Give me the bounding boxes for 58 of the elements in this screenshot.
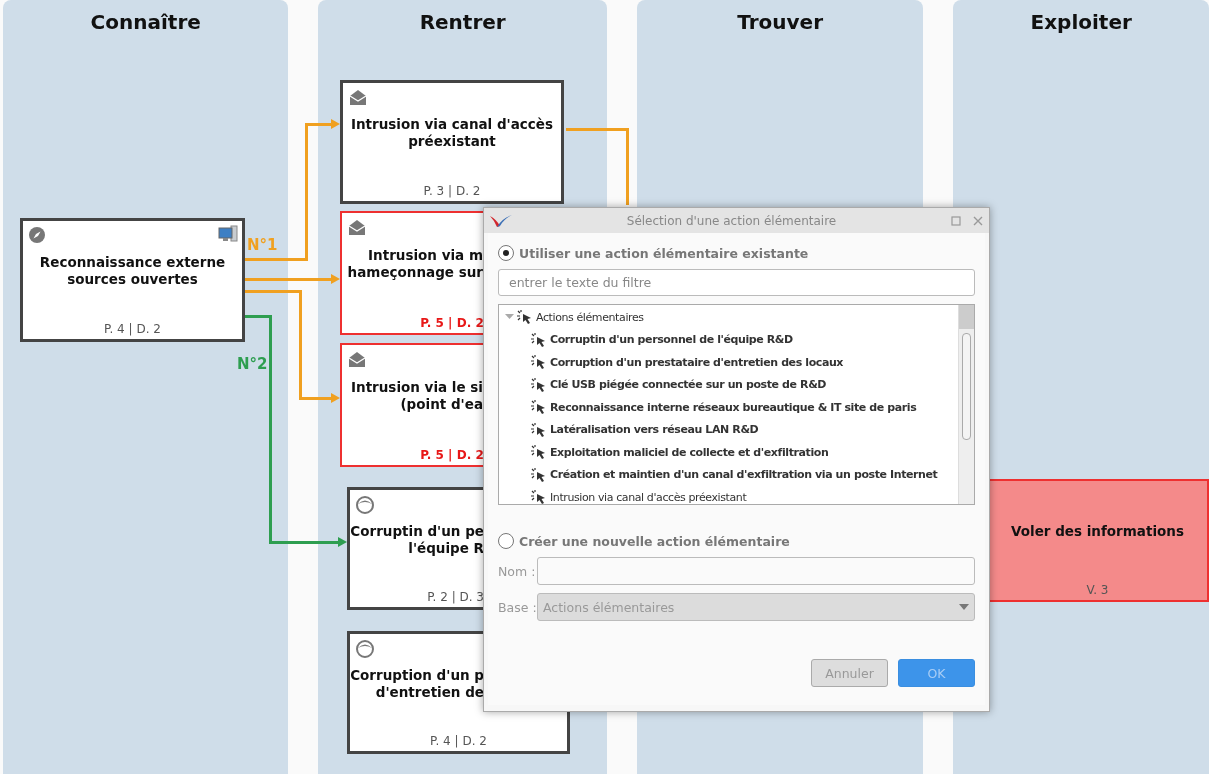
card-title: Intrusion via m: [368, 247, 483, 264]
action-icon: [531, 422, 547, 437]
card-title: Voler des informations: [1011, 523, 1184, 540]
action-icon: [531, 377, 547, 392]
envelope-icon: [348, 351, 366, 368]
card-title: d'entretien de: [375, 683, 484, 701]
name-field[interactable]: [537, 557, 975, 585]
card-score: P. 4 | D. 2: [104, 322, 161, 336]
action-card[interactable]: Intrusion via canal d'accès préexistant P. 3 | D. 2: [340, 80, 564, 204]
action-icon: [531, 490, 547, 504]
filter-field[interactable]: entrer le texte du filtre: [498, 269, 975, 296]
card-title: Reconnaissance externe: [39, 254, 226, 271]
radio-button[interactable]: [498, 533, 514, 549]
envelope-icon: [348, 219, 366, 236]
connector-label: N°1: [247, 236, 278, 254]
person-icon: [356, 496, 374, 514]
card-score: V. 3: [1086, 583, 1109, 597]
card-score: P. 5 | D. 2: [420, 316, 484, 330]
action-icon: [531, 332, 547, 347]
field-label: Nom :: [498, 563, 532, 579]
action-icon: [531, 355, 547, 370]
scrollbar[interactable]: [958, 305, 974, 504]
lane-title: Exploiter: [1030, 10, 1132, 34]
maximize-button[interactable]: [951, 215, 961, 226]
card-title: Corruptin d'un pe: [350, 522, 484, 540]
dropdown-arrow-icon: [959, 604, 969, 610]
radio-button[interactable]: [498, 245, 514, 261]
expand-arrow-icon[interactable]: [505, 314, 514, 321]
action-icon: [531, 467, 547, 482]
compass-icon: [29, 227, 45, 243]
card-title: (point d'ea: [400, 396, 483, 413]
card-title: hameçonnage sur: [347, 264, 483, 281]
person-icon: [356, 640, 374, 658]
lane-title: Connaître: [90, 10, 201, 34]
card-title: l'équipe R: [408, 539, 484, 557]
card-title: préexistant: [408, 133, 496, 150]
lane-title: Trouver: [737, 10, 824, 34]
card-title: Intrusion via canal d'accès: [350, 116, 554, 133]
card-score: P. 2 | D. 3: [427, 590, 484, 604]
action-icon: [531, 445, 547, 460]
folder-action-icon: [517, 310, 533, 325]
app-logo: [490, 213, 512, 228]
computer-icon: [218, 225, 238, 243]
close-button[interactable]: [973, 215, 983, 226]
card-title: Corruption d'un p: [350, 666, 484, 684]
action-card[interactable]: Reconnaissance externe sources ouvertes P. 4 | D. 2: [20, 218, 245, 342]
card-score: P. 3 | D. 2: [423, 184, 481, 198]
lane-title: Rentrer: [419, 10, 506, 34]
card-title: sources ouvertes: [67, 271, 198, 288]
card-score: P. 4 | D. 2: [430, 734, 487, 748]
tree-item[interactable]: Création et maintien d'un canal d'exfiltration via un poste Internet: [550, 468, 938, 482]
card-score: P. 5 | D. 2: [420, 448, 484, 462]
window-title: Sélection d'une action élémentaire: [625, 213, 838, 228]
card-title: Intrusion via le si: [351, 379, 483, 396]
action-icon: [531, 400, 547, 415]
objective-card[interactable]: Voler des informations V. 3: [988, 479, 1209, 602]
envelope-icon: [349, 89, 367, 106]
connector-label: N°2: [237, 355, 268, 373]
